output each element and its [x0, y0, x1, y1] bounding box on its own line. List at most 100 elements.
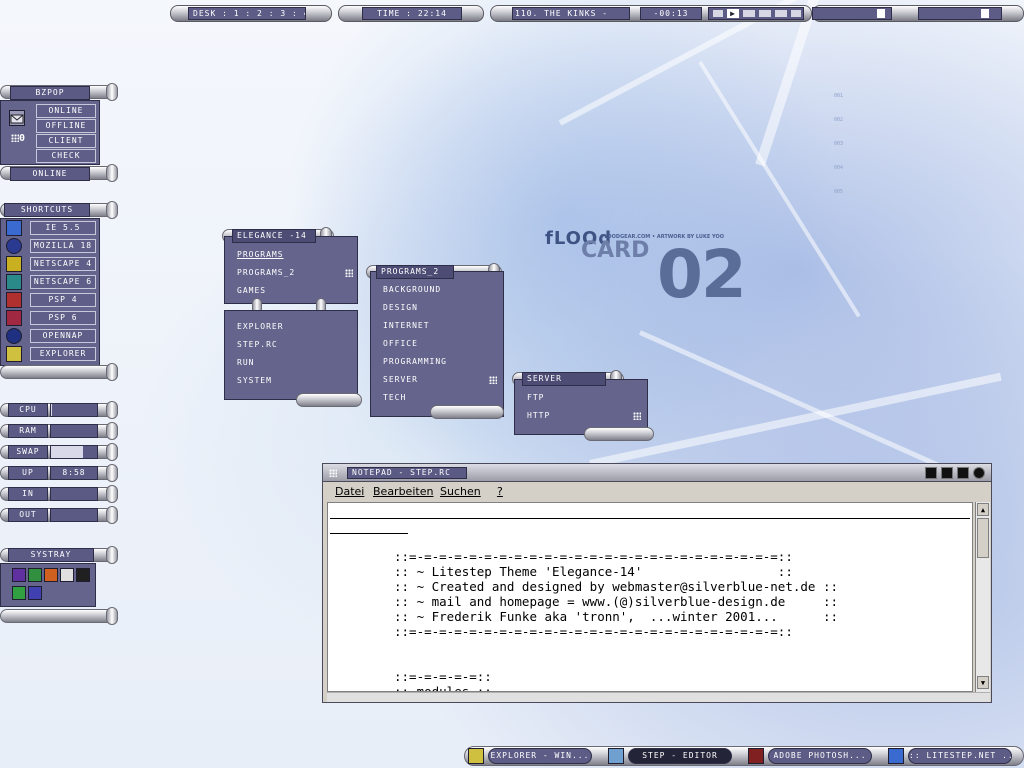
task-explorer[interactable]: EXPLORER - WIN...	[488, 748, 592, 764]
main-menu-panel: PROGRAMS PROGRAMS_2 GAMES	[224, 236, 358, 304]
volume-slider[interactable]	[918, 7, 1002, 20]
scroll-up-icon[interactable]: ▲	[977, 503, 989, 516]
notepad-titlebar[interactable]: NOTEPAD - STEP.RC	[323, 464, 991, 482]
wallpaper-logo: fLOOd FLOODGEAR.COM • ARTWORK BY LUKE YO…	[545, 228, 747, 313]
pause-icon[interactable]	[743, 10, 755, 17]
menu-item-programs[interactable]: PROGRAMS	[237, 250, 284, 259]
notepad-vertical-scrollbar[interactable]: ▲ ▼	[975, 502, 990, 692]
prev-icon[interactable]	[713, 10, 723, 17]
opennap-icon[interactable]	[6, 328, 22, 344]
menu-suchen[interactable]: Suchen	[440, 485, 481, 498]
submenu-arrow-icon	[633, 412, 641, 420]
menu-item-run[interactable]: RUN	[237, 358, 254, 367]
restore-icon[interactable]	[941, 467, 953, 479]
play-icon[interactable]: ▶	[727, 9, 739, 18]
shortcut-ie55-button[interactable]: IE 5.5	[30, 221, 96, 235]
menu-datei[interactable]: Datei	[335, 485, 364, 498]
pipe-cap	[106, 607, 118, 625]
shortcut-netscape6-button[interactable]: NETSCAPE 6	[30, 275, 96, 289]
menu-item-system[interactable]: SYSTEM	[237, 376, 272, 385]
pipe-cap	[106, 401, 118, 419]
netscape6-icon[interactable]	[6, 274, 22, 290]
wallpaper-numbers: 001 002 003 004 005	[834, 84, 843, 204]
shortcut-netscape4-button[interactable]: NETSCAPE 4	[30, 257, 96, 271]
tray-calendar-icon[interactable]	[44, 568, 58, 582]
menu-item-explorer[interactable]: EXPLORER	[237, 322, 284, 331]
task-step-editor[interactable]: STEP - EDITOR	[628, 748, 732, 764]
maximize-icon[interactable]	[957, 467, 969, 479]
task-photoshop[interactable]: ADOBE PHOTOSH...	[768, 748, 872, 764]
wallpaper-number: 001	[834, 93, 844, 99]
menu-item-background[interactable]: BACKGROUND	[383, 285, 441, 294]
pipe-cap	[106, 464, 118, 482]
stop-icon[interactable]	[759, 10, 771, 17]
tray-update-icon[interactable]	[12, 586, 26, 600]
menu-item-games[interactable]: GAMES	[237, 286, 266, 295]
mail-client-button[interactable]: CLIENT	[36, 134, 96, 148]
tray-monitor-icon[interactable]	[76, 568, 90, 582]
scroll-thumb[interactable]	[977, 518, 989, 558]
wallpaper-logo-number: 02	[657, 236, 747, 313]
psp6-icon[interactable]	[6, 310, 22, 326]
wallpaper-number: 002	[834, 117, 844, 123]
text-line: :: modules ::	[394, 684, 492, 692]
mozilla-icon[interactable]	[6, 238, 22, 254]
minimize-icon[interactable]	[925, 467, 937, 479]
menu-item-programs2[interactable]: PROGRAMS_2	[237, 268, 295, 277]
mail-envelope-icon[interactable]	[9, 110, 25, 126]
net-out-meter	[50, 508, 98, 522]
shortcut-mozilla-button[interactable]: MOZILLA 18	[30, 239, 96, 253]
photoshop-task-icon[interactable]	[748, 748, 764, 764]
mail-check-button[interactable]: CHECK	[36, 149, 96, 163]
close-icon[interactable]	[973, 467, 985, 479]
desk-1-button[interactable]: 1	[234, 9, 240, 18]
volume-slider-handle[interactable]	[981, 9, 989, 18]
notepad-content: ::=-=-=-=-=-=-=-=-=-=-=-=-=-=-=-=-=-=-=-…	[394, 549, 839, 692]
systray-pipe-bottom	[0, 609, 118, 623]
scroll-down-icon[interactable]: ▼	[977, 676, 989, 689]
browser-task-icon[interactable]	[888, 748, 904, 764]
internet-explorer-icon[interactable]	[6, 220, 22, 236]
shortcut-psp6-button[interactable]: PSP 6	[30, 311, 96, 325]
net-in-meter	[50, 487, 98, 501]
mail-offline-button[interactable]: OFFLINE	[36, 119, 96, 133]
desk-2-button[interactable]: 2	[257, 9, 263, 18]
pipe-cap	[106, 506, 118, 524]
notepad-text-area[interactable]: ::=-=-=-=-=-=-=-=-=-=-=-=-=-=-=-=-=-=-=-…	[327, 502, 973, 692]
tray-tools-icon[interactable]	[28, 586, 42, 600]
menu-item-tech[interactable]: TECH	[383, 393, 406, 402]
desk-3-button[interactable]: 3	[280, 9, 286, 18]
menu-item-office[interactable]: OFFICE	[383, 339, 418, 348]
menu-item-http[interactable]: HTTP	[527, 411, 550, 420]
menu-item-internet[interactable]: INTERNET	[383, 321, 430, 330]
tray-app-icon[interactable]	[12, 568, 26, 582]
seek-slider[interactable]	[812, 7, 892, 20]
track-title[interactable]: 110. THE KINKS -	[512, 7, 630, 20]
text-line: :: ~ Frederik Funke aka 'tronn', ...wint…	[394, 609, 839, 624]
programs2-menu-title: PROGRAMS_2	[376, 265, 454, 279]
netscape4-icon[interactable]	[6, 256, 22, 272]
task-litestep-net[interactable]: :: LITESTEP.NET ...	[908, 748, 1012, 764]
menu-item-ftp[interactable]: FTP	[527, 393, 544, 402]
menu-item-programming[interactable]: PROGRAMMING	[383, 357, 447, 366]
menu-bearbeiten[interactable]: Bearbeiten	[373, 485, 433, 498]
desk-4-button[interactable]: 4	[304, 9, 305, 18]
editor-task-icon[interactable]	[608, 748, 624, 764]
mail-online-button[interactable]: ONLINE	[36, 104, 96, 118]
shortcut-explorer-button[interactable]: EXPLORER	[30, 347, 96, 361]
explorer-task-icon[interactable]	[468, 748, 484, 764]
text-rule	[330, 533, 408, 534]
next-icon[interactable]	[775, 10, 787, 17]
menu-item-design[interactable]: DESIGN	[383, 303, 418, 312]
psp4-icon[interactable]	[6, 292, 22, 308]
shortcut-psp4-button[interactable]: PSP 4	[30, 293, 96, 307]
seek-slider-handle[interactable]	[877, 9, 885, 18]
explorer-icon[interactable]	[6, 346, 22, 362]
tray-printer-icon[interactable]	[60, 568, 74, 582]
eject-icon[interactable]	[791, 10, 801, 17]
menu-item-server[interactable]: SERVER	[383, 375, 418, 384]
menu-item-steprc[interactable]: STEP.RC	[237, 340, 278, 349]
tray-network-icon[interactable]	[28, 568, 42, 582]
menu-help[interactable]: ?	[497, 485, 503, 498]
shortcut-opennap-button[interactable]: OPENNAP	[30, 329, 96, 343]
